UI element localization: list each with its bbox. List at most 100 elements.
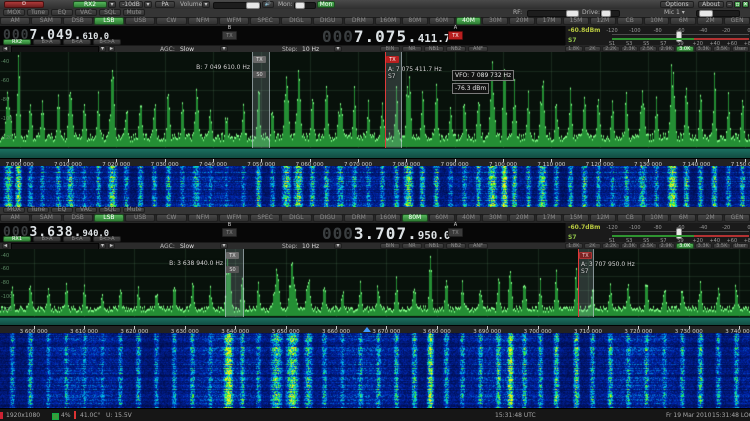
- rx2-toolbar-tune[interactable]: Tune: [27, 207, 49, 213]
- rx2-dropdown-arrow-icon[interactable]: ▾: [108, 1, 116, 8]
- rx1-vfo-a-display[interactable]: 0007.075.411.7: [322, 27, 450, 46]
- attenuator-arrow-icon[interactable]: ▾: [144, 1, 152, 8]
- rx2-band-15m[interactable]: 15M: [563, 214, 589, 222]
- rx2-mode-drm[interactable]: DRM: [344, 214, 374, 222]
- rx1-band-20m[interactable]: 20M: [509, 17, 535, 25]
- db-axis-label: -40: [1, 253, 9, 259]
- mon-label: Mon:: [278, 2, 293, 8]
- pa-button[interactable]: PA: [155, 1, 175, 8]
- toolbar-vac[interactable]: VAC: [75, 9, 97, 16]
- rx2-toolbar-eq[interactable]: EQ: [51, 207, 73, 213]
- rx1-band-cb[interactable]: CB: [617, 17, 643, 25]
- db-axis-label: -40: [1, 59, 9, 65]
- rx2-band-10m[interactable]: 10M: [644, 214, 670, 222]
- rx2-band-2m[interactable]: 2M: [697, 214, 723, 222]
- rf-slider[interactable]: [527, 10, 579, 17]
- rx2-mode-cw[interactable]: CW: [156, 214, 186, 222]
- rx2-toolbar-sql[interactable]: SQL: [99, 207, 121, 213]
- rx2-toolbar-vac[interactable]: VAC: [75, 207, 97, 213]
- rx2-band-gen[interactable]: GEN: [724, 214, 750, 222]
- rx1-band-15m[interactable]: 15M: [563, 17, 589, 25]
- rx2-mode-wfm[interactable]: WFM: [219, 214, 249, 222]
- rx1-band-10m[interactable]: 10M: [644, 17, 670, 25]
- maximize-button[interactable]: ▫: [734, 1, 741, 8]
- rx2-vfo-b-marker[interactable]: [225, 249, 244, 317]
- rx1-waterfall[interactable]: [0, 166, 750, 207]
- rx1-mode-drm[interactable]: DRM: [344, 17, 374, 25]
- rx2-band-40m[interactable]: 40M: [456, 214, 482, 222]
- rx1-band-60m[interactable]: 60M: [429, 17, 455, 25]
- rx2-mode-usb[interactable]: USB: [125, 214, 155, 222]
- rx2-mode-digl[interactable]: DIGL: [281, 214, 311, 222]
- rx1-mode-digu[interactable]: DIGU: [313, 17, 343, 25]
- rx2-mode-nfm[interactable]: NFM: [188, 214, 218, 222]
- rx2-band-20m[interactable]: 20M: [509, 214, 535, 222]
- mon-slider[interactable]: [294, 2, 316, 9]
- db-axis-label: -120: [1, 307, 12, 313]
- rx2-mode-dsb[interactable]: DSB: [63, 214, 93, 222]
- toolbar-mute[interactable]: Mute: [123, 9, 145, 16]
- mic-select[interactable]: Mic 1 ▾: [664, 10, 685, 16]
- rx2-band-12m[interactable]: 12M: [590, 214, 616, 222]
- rx1-mode-lsb[interactable]: LSB: [94, 17, 124, 25]
- rx1-mode-sam[interactable]: SAM: [31, 17, 61, 25]
- rx1-band-2m[interactable]: 2M: [697, 17, 723, 25]
- rx2-mode-sam[interactable]: SAM: [31, 214, 61, 222]
- db-axis-label: -60: [1, 266, 9, 272]
- minimize-button[interactable]: –: [726, 1, 733, 8]
- volume-arrow-icon[interactable]: ▾: [202, 1, 210, 8]
- rx1-mode-spec[interactable]: SPEC: [250, 17, 280, 25]
- rx2-toggle-button[interactable]: RX2: [73, 1, 107, 8]
- power-button[interactable]: ⏻: [4, 1, 44, 8]
- speaker-icon[interactable]: 🔊: [262, 1, 274, 8]
- rx1-band-160m[interactable]: 160M: [375, 17, 401, 25]
- rx1-band-12m[interactable]: 12M: [590, 17, 616, 25]
- rx2-band-17m[interactable]: 17M: [536, 214, 562, 222]
- rx2-waterfall[interactable]: [0, 333, 750, 408]
- rx2-band-80m[interactable]: 80M: [402, 214, 428, 222]
- meter-tick-label: -40: [699, 225, 707, 231]
- rx1-a-smeter-annotation: S7: [388, 73, 396, 80]
- drive-slider[interactable]: [600, 10, 620, 17]
- volume-slider[interactable]: [213, 2, 261, 9]
- rx2-mode-spec[interactable]: SPEC: [250, 214, 280, 222]
- rx2-band-6m[interactable]: 6M: [670, 214, 696, 222]
- rx2-mode-am[interactable]: AM: [0, 214, 30, 222]
- rx2-mode-lsb[interactable]: LSB: [94, 214, 124, 222]
- options-button[interactable]: Options: [660, 1, 694, 8]
- rx1-band-80m[interactable]: 80M: [402, 17, 428, 25]
- rx1-band-gen[interactable]: GEN: [724, 17, 750, 25]
- toolbar-mox[interactable]: MOX: [3, 9, 25, 16]
- rx1-mode-digl[interactable]: DIGL: [281, 17, 311, 25]
- rx1-mode-dsb[interactable]: DSB: [63, 17, 93, 25]
- rx1-band-30m[interactable]: 30M: [482, 17, 508, 25]
- rx1-mode-cw[interactable]: CW: [156, 17, 186, 25]
- rx2-band-60m[interactable]: 60M: [429, 214, 455, 222]
- rx2-vfo-a-display[interactable]: 0003.707.950.0: [322, 224, 450, 243]
- status-temperature: 41.0C°: [80, 412, 101, 419]
- toolbar-eq[interactable]: EQ: [51, 9, 73, 16]
- rx1-band-40m[interactable]: 40M: [456, 17, 482, 25]
- rx1-panadapter[interactable]: -40-60-80-100-120 TX B: 7 049 610.0 Hz S…: [0, 52, 750, 148]
- rx1-band-17m[interactable]: 17M: [536, 17, 562, 25]
- rx2-band-30m[interactable]: 30M: [482, 214, 508, 222]
- close-button[interactable]: ✕: [742, 1, 749, 8]
- rx2-band-cb[interactable]: CB: [617, 214, 643, 222]
- mon-button[interactable]: Mon: [317, 1, 335, 8]
- rx2-panadapter[interactable]: -40-60-80-100-120 TX B: 3 638 940.0 Hz S…: [0, 249, 750, 317]
- rx2-toolbar-mute[interactable]: Mute: [123, 207, 145, 213]
- rx1-mode-am[interactable]: AM: [0, 17, 30, 25]
- rx1-band-6m[interactable]: 6M: [670, 17, 696, 25]
- rx2-toolbar-mox[interactable]: MOX: [3, 207, 25, 213]
- rx2-band-160m[interactable]: 160M: [375, 214, 401, 222]
- rx1-mode-usb[interactable]: USB: [125, 17, 155, 25]
- toolbar-sql[interactable]: SQL: [99, 9, 121, 16]
- rx1-mode-wfm[interactable]: WFM: [219, 17, 249, 25]
- toolbar-tune[interactable]: Tune: [27, 9, 49, 16]
- rx2-mode-digu[interactable]: DIGU: [313, 214, 343, 222]
- about-button[interactable]: About: [698, 1, 724, 8]
- attenuator-select[interactable]: -10dB: [119, 1, 143, 8]
- mic-slider[interactable]: [696, 10, 740, 17]
- rx1-vfo-b-marker[interactable]: [252, 52, 270, 148]
- rx1-mode-nfm[interactable]: NFM: [188, 17, 218, 25]
